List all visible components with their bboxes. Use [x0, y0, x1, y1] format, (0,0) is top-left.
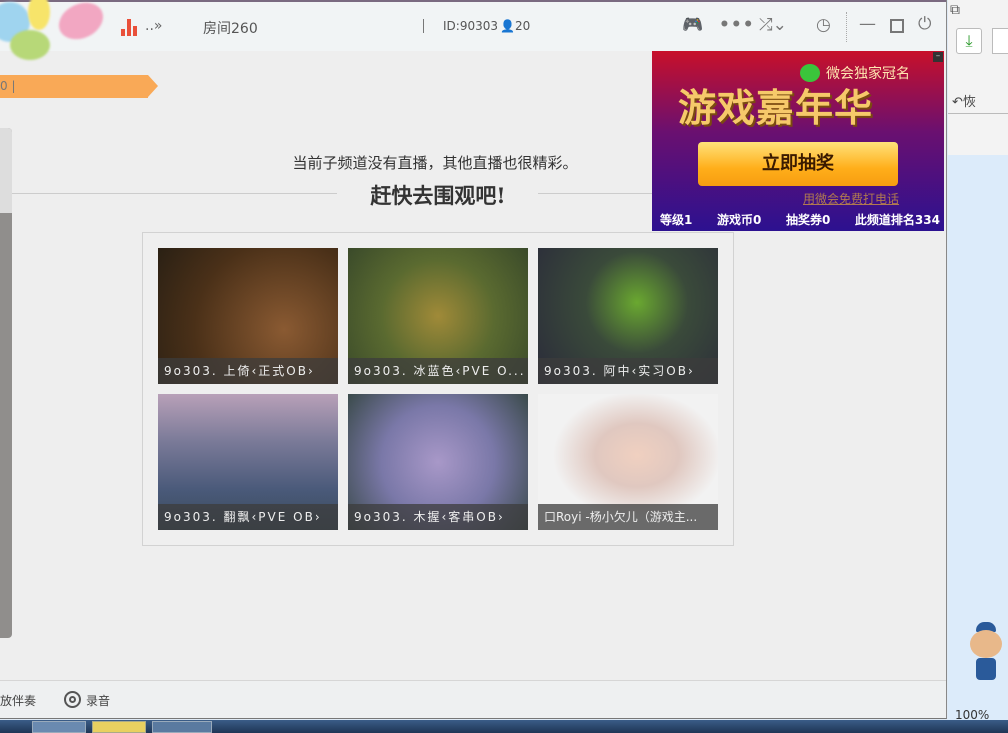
promo-ad[interactable]: – 微会独家冠名 游戏嘉年华 立即抽奖 用微会免费打电话 等级1 游戏币0 抽奖…: [652, 51, 944, 231]
free-call-link[interactable]: 用微会免费打电话: [803, 190, 899, 207]
online-count: 👤20: [500, 19, 531, 33]
channel-card[interactable]: 口Royi -杨小欠儿（游戏主...: [538, 394, 718, 530]
ad-stats: 等级1 游戏币0 抽奖券0 此频道排名334: [660, 213, 940, 227]
background-browser-window: ⧉ ⤓ ↶恢: [948, 0, 1008, 720]
bear-mascot-icon[interactable]: [968, 622, 1004, 682]
divider: [12, 193, 337, 194]
channel-banner: 0 |: [0, 75, 158, 98]
side-panel[interactable]: [0, 128, 12, 638]
clock-icon[interactable]: ◷: [816, 15, 831, 35]
room-id: ID:90303: [443, 19, 498, 33]
live-channel-grid: 9o303. 上倚‹正式OB› 9o303. 冰蓝色‹PVE O... 9o30…: [142, 232, 734, 546]
section-heading: 赶快去围观吧!: [370, 183, 506, 208]
channel-card[interactable]: 9o303. 上倚‹正式OB›: [158, 248, 338, 384]
channel-card[interactable]: 9o303. 翻飘‹PVE OB›: [158, 394, 338, 530]
minimize-icon[interactable]: —: [859, 14, 876, 34]
title-bar: ..» 房间260 ID:90303 👤20 🎮 ••• ⤮⌄ ◷ — ⏻: [0, 0, 946, 60]
power-icon[interactable]: ⏻: [918, 14, 931, 34]
gamepad-icon[interactable]: 🎮: [682, 15, 703, 35]
more-rooms-link[interactable]: ..»: [145, 18, 162, 34]
shuffle-icon[interactable]: ⤮⌄: [759, 15, 787, 35]
user-icon: 👤: [500, 19, 515, 33]
ad-title: 游戏嘉年华: [678, 86, 874, 130]
record-button[interactable]: 录音: [86, 692, 110, 709]
maximize-icon[interactable]: [890, 19, 904, 33]
lottery-button[interactable]: 立即抽奖: [698, 142, 898, 186]
record-icon[interactable]: [64, 691, 81, 708]
channel-card[interactable]: 9o303. 阿中‹实习OB›: [538, 248, 718, 384]
undo-icon: ↶: [952, 95, 963, 110]
signal-bars-icon: [121, 19, 141, 36]
room-name: 房间260: [203, 21, 258, 37]
download-icon[interactable]: ⤓: [956, 28, 982, 54]
room-window: ..» 房间260 ID:90303 👤20 🎮 ••• ⤮⌄ ◷ — ⏻ 0 …: [0, 0, 947, 719]
channel-card[interactable]: 9o303. 木握‹客串OB›: [348, 394, 528, 530]
more-icon[interactable]: •••: [719, 15, 755, 35]
bottom-toolbar: 放伴奏 录音: [0, 680, 946, 718]
window-restore-icon[interactable]: ⧉: [950, 2, 960, 18]
divider: [538, 193, 652, 194]
taskbar: [0, 720, 1008, 733]
close-ad-icon[interactable]: –: [933, 52, 943, 62]
monitor-icon[interactable]: [992, 28, 1008, 54]
restore-link[interactable]: ↶恢: [952, 91, 976, 110]
channel-card[interactable]: 9o303. 冰蓝色‹PVE O...: [348, 248, 528, 384]
accompany-button[interactable]: 放伴奏: [0, 692, 36, 709]
app-logo: [0, 0, 110, 60]
